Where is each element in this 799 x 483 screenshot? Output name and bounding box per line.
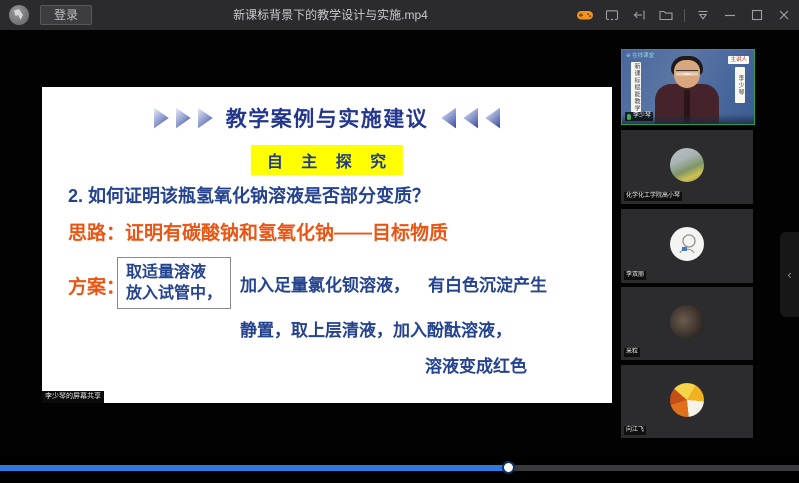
slide-step2: 静置，取上层清液，加入酚酞溶液，: [240, 316, 512, 341]
video-display[interactable]: 教学案例与实施建议 自 主 探 究 2. 如何证明该瓶氢氧化钠溶液是否部分变质？…: [0, 30, 799, 455]
close-icon[interactable]: [775, 6, 793, 24]
seekbar-fill: [0, 465, 508, 471]
avatar: [670, 382, 704, 416]
menu-icon[interactable]: [694, 6, 712, 24]
shared-slide: 教学案例与实施建议 自 主 探 究 2. 如何证明该瓶氢氧化钠溶液是否部分变质？…: [42, 87, 612, 403]
panel-toggle-tab[interactable]: ‹: [780, 232, 799, 317]
seekbar-track[interactable]: [0, 465, 799, 471]
participant-name-label: 米粒: [624, 348, 640, 357]
title-arrow-icon: [176, 108, 191, 129]
slide-badge: 自 主 探 究: [251, 145, 403, 175]
slide-plan-box: 取适量溶液 放入试管中，: [117, 257, 231, 309]
title-arrow-icon: [463, 108, 478, 129]
boss-key-icon[interactable]: [603, 6, 621, 24]
title-arrow-icon: [441, 108, 456, 129]
plan-box-line1: 取适量溶液: [126, 262, 222, 283]
slide-question: 2. 如何证明该瓶氢氧化钠溶液是否部分变质？: [68, 182, 430, 208]
open-folder-icon[interactable]: [657, 6, 675, 24]
slide-result2: 溶液变成红色: [425, 352, 527, 377]
speaker-right-banner: 李少琴: [735, 67, 745, 103]
participant-name-label: 化学化工学院高小琴: [624, 192, 682, 201]
slide-title: 教学案例与实施建议: [226, 103, 429, 133]
avatar: [670, 148, 704, 182]
chevron-left-icon: ‹: [787, 267, 791, 282]
participant-name-label: 李双丽: [624, 271, 646, 280]
login-button[interactable]: 登录: [40, 5, 92, 25]
dock-left-icon[interactable]: [630, 6, 648, 24]
game-promo-icon[interactable]: [576, 6, 594, 24]
maximize-icon[interactable]: [748, 6, 766, 24]
speaker-name: 李少琴: [633, 112, 651, 121]
screen-share-watermark: 李少琴的屏幕共享: [42, 391, 104, 403]
plan-box-line2: 放入试管中，: [126, 283, 222, 304]
speaker-video-tile: ⊕ 在线课堂 新课标赋能教学 主讲人 李少琴 李少琴: [621, 49, 755, 125]
participant-tile: 化学化工学院高小琴: [621, 130, 753, 204]
player-logo[interactable]: [9, 5, 29, 25]
participant-tile: 向江飞: [621, 365, 753, 438]
titlebar-icons: [576, 0, 793, 30]
avatar: [670, 304, 704, 338]
titlebar-separator: [684, 9, 685, 22]
minimize-icon[interactable]: [721, 6, 739, 24]
seekbar-handle[interactable]: [502, 461, 515, 474]
participant-tile: 李双丽: [621, 209, 753, 283]
participant-name-label: 向江飞: [624, 426, 646, 435]
mic-icon: [627, 114, 631, 120]
avatar: [670, 227, 704, 261]
titlebar: 登录 新课标背景下的教学设计与实施.mp4: [0, 0, 799, 31]
meeting-watermark: ⊕ 在线课堂: [626, 53, 654, 60]
title-arrow-icon: [485, 108, 500, 129]
title-arrow-icon: [154, 108, 169, 129]
window-title: 新课标背景下的教学设计与实施.mp4: [92, 0, 569, 30]
speaker-left-banner: 新课标赋能教学: [631, 62, 641, 112]
participant-tile: 米粒: [621, 287, 753, 360]
slide-result1: 有白色沉淀产生: [428, 271, 547, 296]
slide-thought-line: 思路：证明有碳酸钠和氢氧化钠——目标物质: [68, 218, 448, 245]
speaker-glasses: [676, 70, 698, 77]
slide-heading-row: 教学案例与实施建议: [42, 103, 612, 133]
speaker-name-label: 李少琴: [625, 112, 653, 121]
player-window: 登录 新课标背景下的教学设计与实施.mp4: [0, 0, 799, 483]
speaker-role-tag: 主讲人: [728, 56, 749, 64]
slide-step1: 加入足量氯化钡溶液，: [240, 271, 410, 296]
title-arrow-icon: [198, 108, 213, 129]
